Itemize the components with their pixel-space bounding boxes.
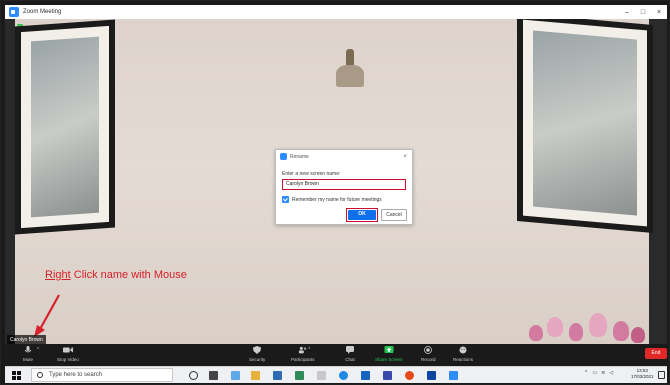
rename-dialog: Rename × Enter a new screen name: Caroly… <box>275 149 413 225</box>
wifi-icon[interactable]: ≋ <box>601 370 605 376</box>
windows-taskbar: Type here to search ^ ▭ ≋ ◁ 13:53 17/03/… <box>5 366 667 383</box>
ok-button-highlight: OK <box>346 208 378 222</box>
chevron-up-icon[interactable]: ^ <box>71 347 73 353</box>
share-screen-label: Share Screen <box>375 357 403 362</box>
participants-label: Participants <box>291 357 315 362</box>
close-icon[interactable]: × <box>403 154 407 160</box>
participants-icon <box>298 346 307 354</box>
taskbar-clock[interactable]: 13:53 17/03/2021 <box>631 368 654 380</box>
file-explorer-icon[interactable] <box>251 371 260 380</box>
task-view-icon[interactable] <box>209 371 218 380</box>
notifications-icon[interactable] <box>658 371 665 379</box>
rename-dialog-title: Rename <box>290 153 309 160</box>
app-icon[interactable] <box>231 371 240 380</box>
record-icon <box>424 346 433 354</box>
stop-video-button[interactable]: ^ Stop Video <box>57 346 79 362</box>
window-controls: – □ × <box>619 9 667 16</box>
zoom-taskbar-icon[interactable] <box>449 371 458 380</box>
network-icon[interactable]: ▭ <box>592 370 597 376</box>
security-label: Security <box>249 357 266 362</box>
window-title: Zoom Meeting <box>23 9 62 15</box>
instruction-annotation: Right Click name with Mouse <box>45 269 187 281</box>
chevron-up-icon[interactable]: ^ <box>585 370 587 376</box>
excel-icon[interactable] <box>295 371 304 380</box>
clock-date: 17/03/2021 <box>631 374 654 379</box>
wall-picture-right <box>517 19 653 233</box>
record-label: Record <box>421 357 436 362</box>
app-icon[interactable] <box>317 371 326 380</box>
annotation-emphasis: Right <box>45 269 71 281</box>
stop-video-label: Stop Video <box>57 357 79 362</box>
windows-start-icon[interactable] <box>12 371 21 380</box>
chevron-up-icon[interactable]: ^ <box>389 347 391 353</box>
participants-count: 1 <box>308 345 311 350</box>
chat-button[interactable]: Chat <box>345 346 355 362</box>
remember-name-checkbox[interactable]: Remember my name for future meetings <box>282 196 382 203</box>
rename-prompt: Enter a new screen name: <box>282 171 341 177</box>
security-button[interactable]: Security <box>249 346 265 362</box>
chat-label: Chat <box>345 357 355 362</box>
wall-picture-left <box>15 19 115 235</box>
wall-lamp <box>330 49 370 99</box>
chat-bubble-icon <box>346 346 354 354</box>
chevron-up-icon[interactable]: ^ <box>37 347 39 353</box>
ok-button[interactable]: OK <box>348 210 376 220</box>
screen-name-input[interactable]: Carolyn Brown <box>282 179 406 190</box>
annotation-arrow-icon <box>34 294 60 337</box>
video-edge-left <box>5 19 15 344</box>
maximize-button[interactable]: □ <box>635 9 651 16</box>
rename-dialog-header: Rename × <box>276 150 412 163</box>
reactions-label: Reactions <box>453 357 474 362</box>
system-tray: ^ ▭ ≋ ◁ <box>585 370 613 376</box>
close-window-button[interactable]: × <box>651 9 667 16</box>
checkbox-checked-icon[interactable] <box>282 196 289 203</box>
record-button[interactable]: Record <box>421 346 436 362</box>
taskbar-search-placeholder: Type here to search <box>49 372 103 378</box>
cancel-button[interactable]: Cancel <box>381 209 407 221</box>
zoom-app-icon <box>9 7 19 17</box>
mute-label: Mute <box>23 357 34 362</box>
cortana-icon[interactable] <box>189 371 198 380</box>
edge-browser-icon[interactable] <box>339 371 348 380</box>
app-icon[interactable] <box>405 371 414 380</box>
microphone-icon <box>24 346 32 353</box>
zoom-dialog-icon <box>280 153 287 160</box>
remember-name-label: Remember my name for future meetings <box>292 196 382 203</box>
volume-icon[interactable]: ◁ <box>609 370 613 376</box>
reactions-button[interactable]: Reactions <box>453 346 473 362</box>
flowers <box>525 311 650 344</box>
mute-button[interactable]: ^ Mute <box>23 346 39 362</box>
share-screen-button[interactable]: ^ Share Screen <box>375 346 403 362</box>
taskbar-search-box[interactable]: Type here to search <box>31 368 173 382</box>
word-icon[interactable] <box>361 371 370 380</box>
reactions-smiley-icon <box>459 346 467 354</box>
search-icon <box>37 372 43 378</box>
screenshot-frame: Zoom Meeting – □ × Rename × Enter a new … <box>0 0 670 385</box>
app-icon[interactable] <box>383 371 392 380</box>
security-shield-icon <box>253 346 262 354</box>
end-meeting-button[interactable]: End <box>645 348 667 359</box>
participants-button[interactable]: 1 Participants <box>291 345 315 362</box>
annotation-text: Click name with Mouse <box>70 269 187 281</box>
minimize-button[interactable]: – <box>619 9 635 16</box>
window-titlebar: Zoom Meeting – □ × <box>5 5 667 19</box>
meeting-toolbar: ^ Mute ^ Stop Video Security 1 Participa… <box>5 344 667 366</box>
photos-icon[interactable] <box>427 371 436 380</box>
store-icon[interactable] <box>273 371 282 380</box>
